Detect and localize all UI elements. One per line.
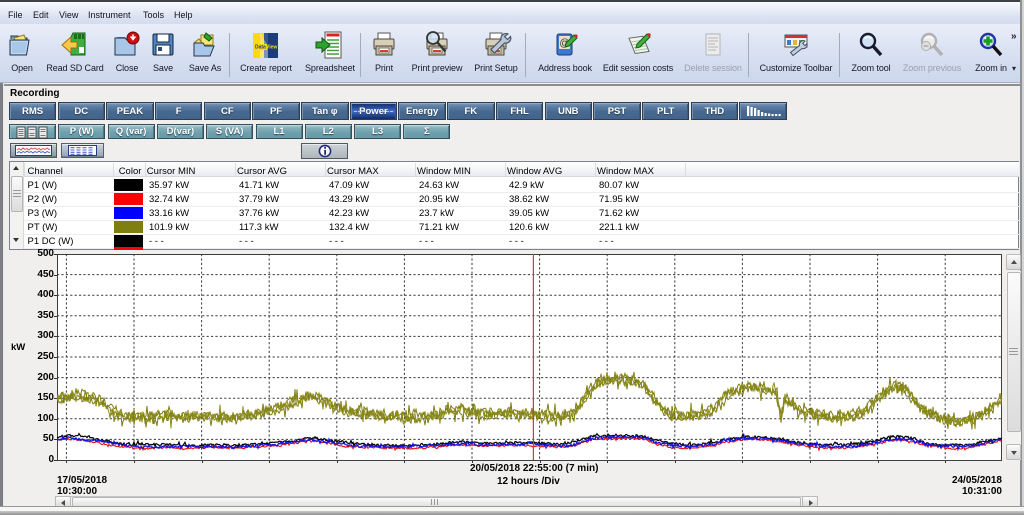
svg-text:Data: Data xyxy=(255,45,266,51)
